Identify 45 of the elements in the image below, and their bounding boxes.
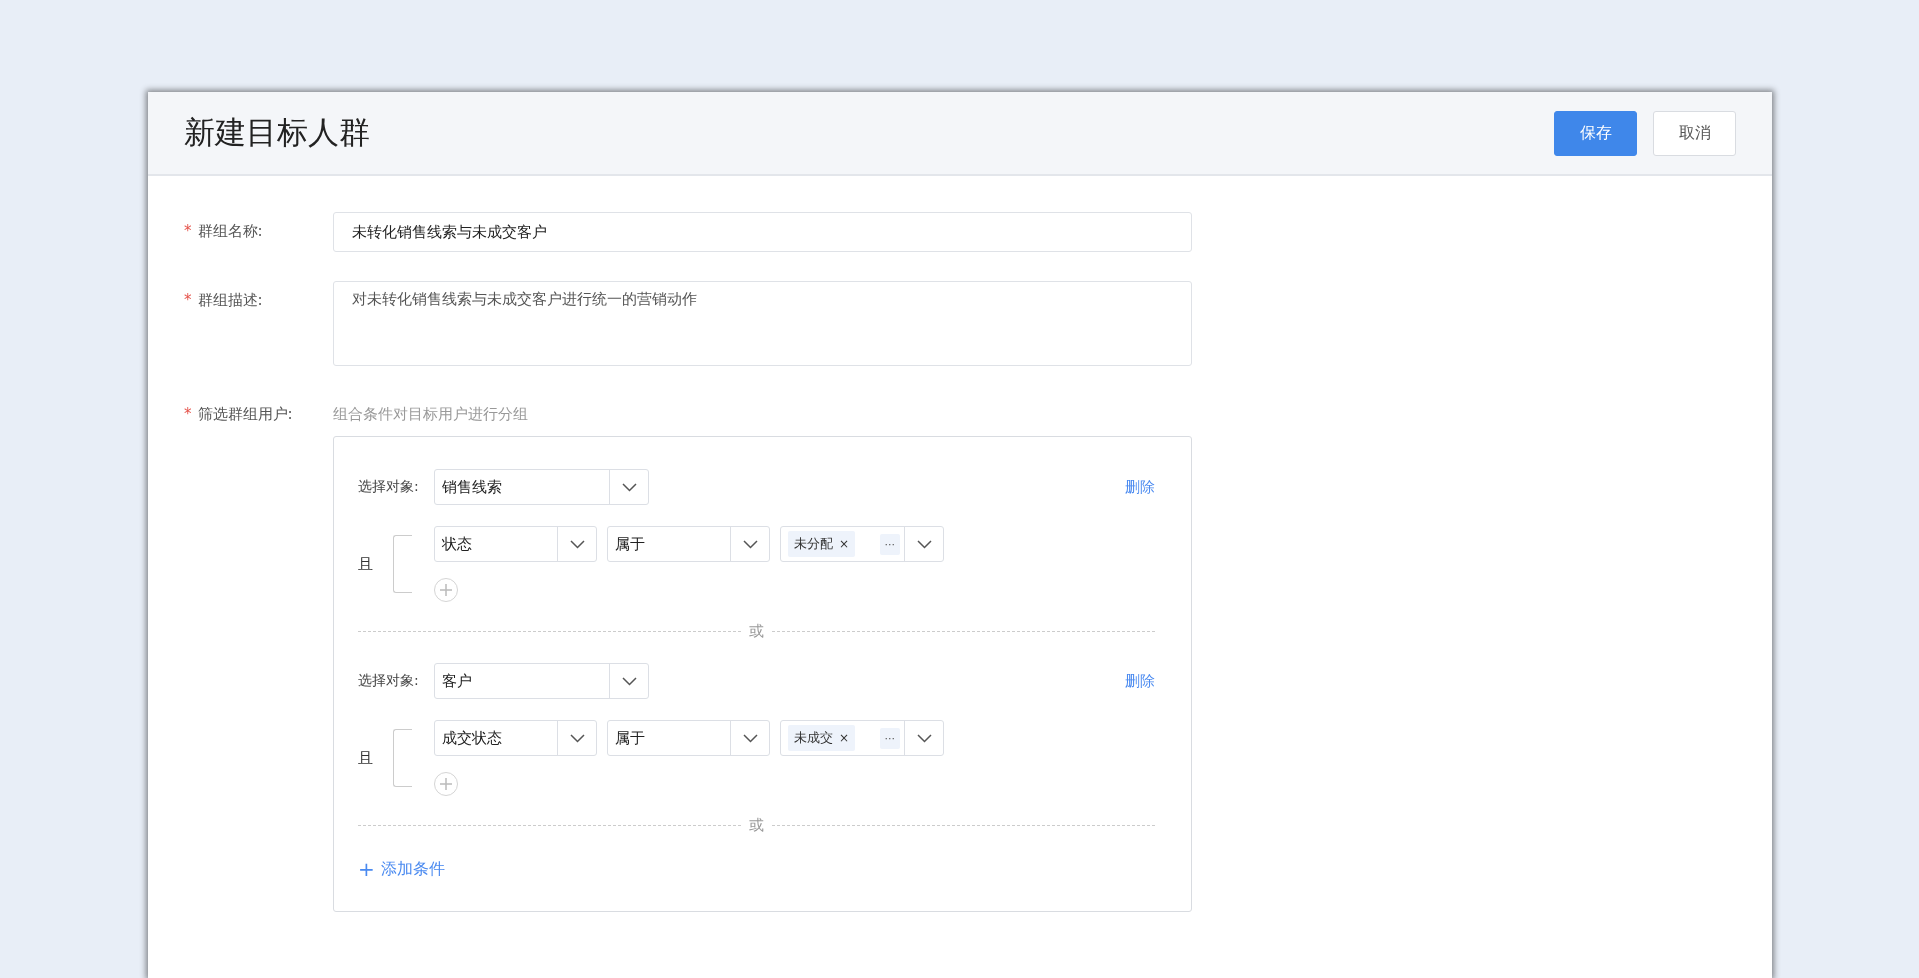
tag-text: 未成交 [794, 729, 833, 747]
save-button[interactable]: 保存 [1554, 110, 1637, 156]
chevron-down-icon [569, 539, 585, 549]
operator-select[interactable]: 属于 [607, 526, 770, 562]
or-separator-text: 或 [749, 622, 764, 641]
chevron-down-icon [742, 539, 758, 549]
field-label: 群组名称: [197, 222, 263, 240]
operator-select[interactable]: 属于 [607, 720, 770, 756]
or-separator-text: 或 [749, 816, 764, 835]
chevron-down-icon [569, 733, 585, 743]
bracket-line [393, 729, 412, 787]
required-mark: * [184, 405, 192, 423]
chevron-down-icon [916, 539, 932, 549]
field-label: 筛选群组用户: [197, 405, 293, 423]
field-label: 群组描述: [197, 291, 263, 309]
bracket-line [393, 535, 412, 593]
chevron-down-icon [621, 482, 637, 492]
object-select[interactable]: 客户 [434, 663, 649, 699]
object-label: 选择对象: [358, 478, 420, 496]
chevron-down-icon [916, 733, 932, 743]
description-input-field[interactable]: 对未转化销售线索与未成交客户进行统一的营销动作 [333, 281, 1192, 366]
dialog-title: 新建目标人群 [184, 113, 371, 152]
field-select[interactable]: 成交状态 [434, 720, 597, 756]
add-condition-link[interactable]: + 添加条件 [358, 857, 445, 881]
chevron-down-icon [742, 733, 758, 743]
delete-link[interactable]: 删除 [1125, 477, 1155, 497]
more-tags: ··· [879, 727, 900, 749]
cancel-button[interactable]: 取消 [1653, 110, 1736, 156]
hint-text: 组合条件对目标用户进行分组 [333, 404, 529, 424]
and-connector-text: 且 [358, 554, 374, 574]
tag-close-icon[interactable]: × [839, 537, 850, 551]
required-mark: * [184, 222, 192, 240]
chevron-down-icon [621, 676, 637, 686]
and-connector-text: 且 [358, 748, 374, 768]
tag-text: 未分配 [794, 535, 833, 553]
object-label: 选择对象: [358, 672, 420, 690]
object-select[interactable]: 销售线索 [434, 469, 649, 505]
required-mark: * [184, 291, 192, 309]
field-select[interactable]: 状态 [434, 526, 597, 562]
tag-close-icon[interactable]: × [839, 731, 850, 745]
value-select[interactable]: 未成交 × ··· [780, 720, 944, 756]
delete-link[interactable]: 删除 [1125, 671, 1155, 691]
name-input-field[interactable]: 未转化销售线索与未成交客户 [333, 212, 1192, 252]
value-select[interactable]: 未分配 × ··· [780, 526, 944, 562]
more-tags: ··· [879, 533, 900, 555]
